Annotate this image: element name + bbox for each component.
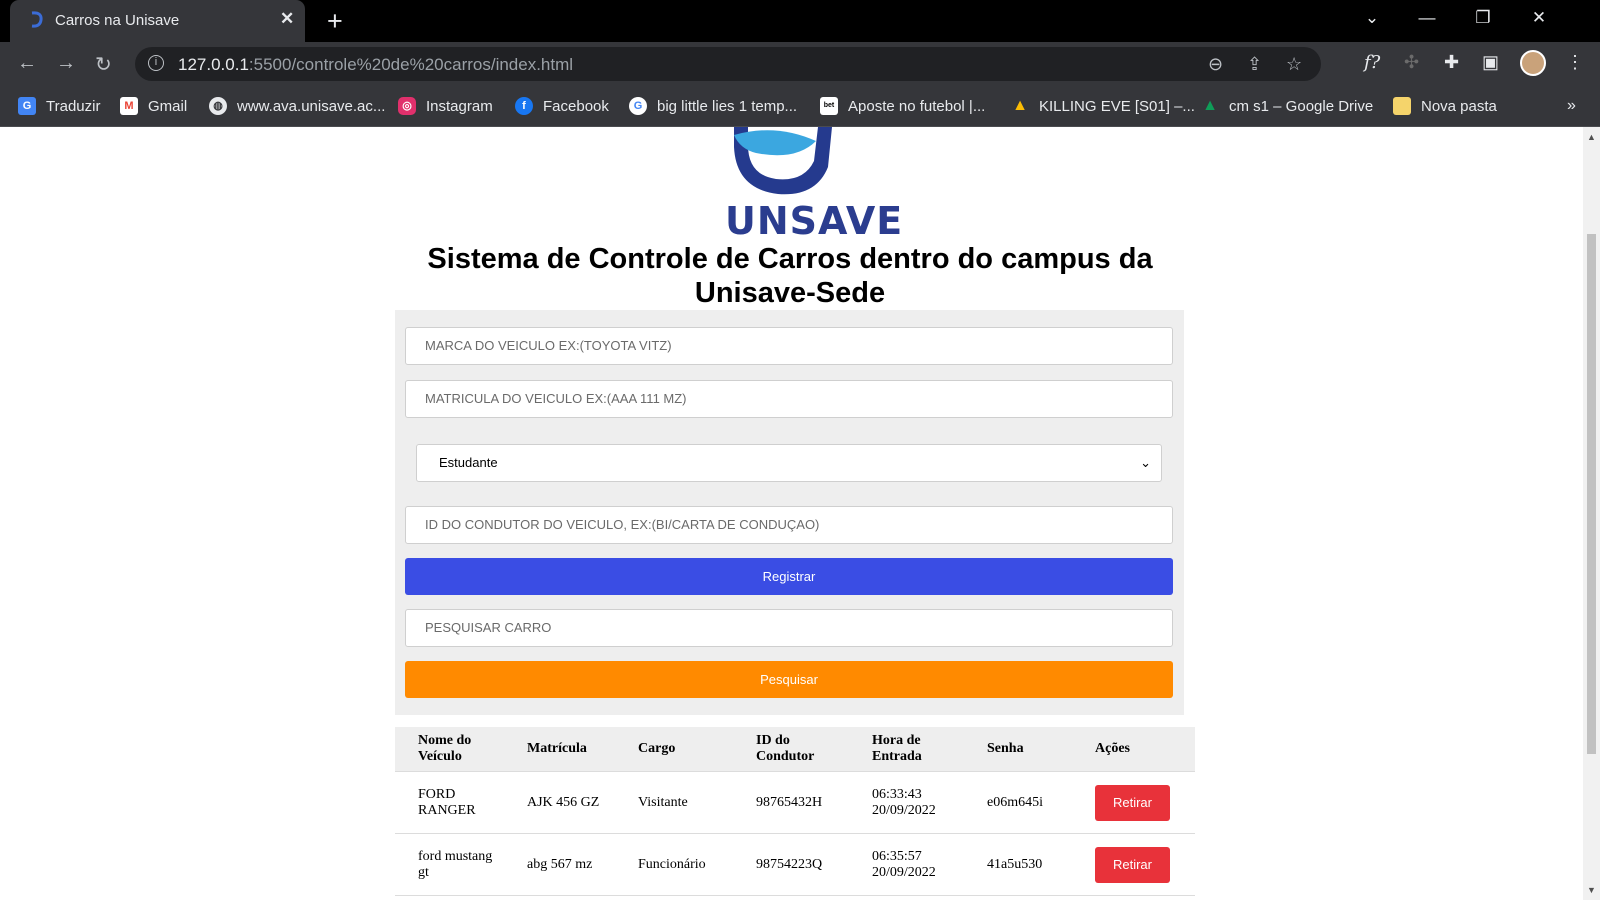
logo-text: UNSAVE — [725, 199, 904, 243]
tab-close-icon[interactable]: ✕ — [280, 9, 294, 29]
cell-plate: abg 567 mz — [504, 833, 615, 896]
scrollbar-thumb[interactable] — [1587, 234, 1596, 754]
instagram-icon: ◎ — [398, 97, 416, 115]
tab-title: Carros na Unisave — [55, 12, 180, 29]
side-panel-icon[interactable]: ▣ — [1482, 52, 1499, 73]
browser-tab[interactable]: Carros na Unisave ✕ — [10, 0, 305, 42]
bookmark-killing-eve[interactable]: ▲ KILLING EVE [S01] –... — [1011, 95, 1195, 117]
vehicle-plate-input[interactable]: MATRICULA DO VEICULO EX:(AAA 111 MZ) — [405, 380, 1173, 418]
cell-role: Visitante — [615, 771, 733, 834]
more-bookmarks-icon[interactable]: » — [1567, 95, 1576, 117]
profile-avatar[interactable] — [1520, 50, 1546, 76]
table-header-row: Nome do Veículo Matrícula Cargo ID do Co… — [395, 727, 1195, 772]
restore-icon[interactable]: ❐ — [1471, 8, 1495, 28]
scroll-up-icon[interactable]: ▲ — [1587, 132, 1596, 142]
cell-entry-time: 06:35:57 20/09/2022 — [849, 833, 964, 896]
close-window-icon[interactable]: ✕ — [1527, 8, 1551, 28]
page-title: Sistema de Controle de Carros dentro do … — [427, 243, 1153, 309]
scroll-down-icon[interactable]: ▼ — [1587, 885, 1596, 895]
table-row: ford mustang gt abg 567 mz Funcionário 9… — [395, 833, 1195, 896]
remove-button[interactable]: Retirar — [1095, 784, 1170, 821]
bookmark-cm-s1[interactable]: ▲ cm s1 – Google Drive — [1201, 95, 1373, 117]
google-translate-icon: G — [18, 97, 36, 115]
cell-password: e06m645i — [964, 771, 1072, 834]
cell-vehicle-name: FORD RANGER — [395, 771, 504, 834]
column-header-entry-time: Hora de Entrada — [849, 727, 964, 772]
google-drive-icon: ▲ — [1012, 97, 1028, 114]
reload-icon[interactable]: ↻ — [95, 52, 112, 77]
google-drive-icon: ▲ — [1202, 97, 1218, 114]
browser-chrome: Carros na Unisave ✕ + ⌄ — ❐ ✕ ← → ↻ i 12… — [0, 0, 1600, 127]
menu-dots-icon[interactable]: ⋮ — [1566, 52, 1584, 73]
cell-entry-time: 06:33:43 20/09/2022 — [849, 771, 964, 834]
url-text[interactable]: 127.0.0.1:5500/controle%20de%20carros/in… — [178, 55, 573, 75]
minimize-icon[interactable]: — — [1415, 8, 1439, 28]
remove-button[interactable]: Retirar — [1095, 846, 1170, 883]
cell-actions: Retirar — [1072, 771, 1195, 834]
back-icon[interactable]: ← — [17, 52, 37, 75]
car-registration-form: MARCA DO VEICULO EX:(TOYOTA VITZ) MATRIC… — [395, 310, 1184, 715]
forward-icon[interactable]: → — [56, 52, 76, 75]
globe-icon: ◍ — [209, 97, 227, 115]
google-icon: G — [629, 97, 647, 115]
column-header-plate: Matrícula — [504, 727, 615, 772]
bookmark-gmail[interactable]: M Gmail — [120, 95, 187, 117]
browser-toolbar: ← → ↻ i 127.0.0.1:5500/controle%20de%20c… — [0, 42, 1600, 86]
cell-actions: Retirar — [1072, 833, 1195, 896]
bookmarks-bar: G Traduzir M Gmail ◍ www.ava.unisave.ac... … — [0, 86, 1600, 127]
site-info-icon[interactable]: i — [148, 55, 164, 71]
bookmark-instagram[interactable]: ◎ Instagram — [398, 95, 493, 117]
column-header-password: Senha — [964, 727, 1072, 772]
chevron-down-icon: ⌄ — [1140, 455, 1151, 470]
column-header-driver-id: ID do Condutor — [733, 727, 849, 772]
register-button[interactable]: Registrar — [405, 558, 1173, 595]
bookmark-facebook[interactable]: f Facebook — [515, 95, 609, 117]
search-button[interactable]: Pesquisar — [405, 661, 1173, 698]
bookmark-traduzir[interactable]: G Traduzir — [18, 95, 100, 117]
role-select-value: Estudante — [439, 455, 498, 470]
cell-driver-id: 98765432H — [733, 771, 849, 834]
bookmark-star-icon[interactable]: ☆ — [1286, 54, 1302, 75]
driver-id-input[interactable]: ID DO CONDUTOR DO VEICULO, EX:(BI/CARTA … — [405, 506, 1173, 544]
cell-driver-id: 98754223Q — [733, 833, 849, 896]
bookmark-big-little-lies[interactable]: Gbig little lies 1 temp... — [629, 95, 797, 117]
search-car-input[interactable]: PESQUISAR CARRO — [405, 609, 1173, 647]
address-bar[interactable]: i 127.0.0.1:5500/controle%20de%20carros/… — [135, 47, 1321, 81]
extensions-puzzle-icon[interactable]: ✚ — [1444, 52, 1459, 73]
column-header-role: Cargo — [615, 727, 733, 772]
share-icon[interactable]: ⇪ — [1247, 54, 1262, 75]
page-viewport: UNSAVE Sistema de Controle de Carros den… — [0, 127, 1583, 900]
cell-plate: AJK 456 GZ — [504, 771, 615, 834]
tab-search-icon[interactable]: ⌄ — [1360, 8, 1384, 28]
new-tab-icon[interactable]: + — [327, 6, 343, 37]
cars-table: Nome do Veículo Matrícula Cargo ID do Co… — [395, 727, 1195, 896]
bookmark-betway[interactable]: bet Aposte no futebol |... — [820, 95, 985, 117]
cell-password: 41a5u530 — [964, 833, 1072, 896]
tab-strip: Carros na Unisave ✕ + ⌄ — ❐ ✕ — [0, 0, 1600, 42]
page-scrollbar[interactable]: ▲ ▼ — [1583, 127, 1600, 900]
betway-icon: bet — [820, 97, 838, 115]
zoom-icon[interactable]: ⊖ — [1208, 54, 1223, 75]
formula-extension-icon[interactable]: f? — [1364, 52, 1380, 73]
role-select[interactable]: Estudante ⌄ — [416, 444, 1162, 482]
unisave-favicon-icon — [31, 11, 43, 28]
gmail-icon: M — [120, 97, 138, 115]
column-header-actions: Ações — [1072, 727, 1195, 772]
table-row: FORD RANGER AJK 456 GZ Visitante 9876543… — [395, 771, 1195, 834]
bookmark-ava[interactable]: ◍ www.ava.unisave.ac... — [209, 95, 385, 117]
bookmark-nova-pasta[interactable]: Nova pasta — [1393, 95, 1497, 117]
cell-vehicle-name: ford mustang gt — [395, 833, 504, 896]
facebook-icon: f — [515, 97, 533, 115]
folder-icon — [1393, 97, 1411, 115]
vehicle-brand-input[interactable]: MARCA DO VEICULO EX:(TOYOTA VITZ) — [405, 327, 1173, 365]
cell-role: Funcionário — [615, 833, 733, 896]
extension-disabled-icon[interactable]: ✣ — [1404, 52, 1419, 73]
column-header-vehicle-name: Nome do Veículo — [395, 727, 504, 772]
